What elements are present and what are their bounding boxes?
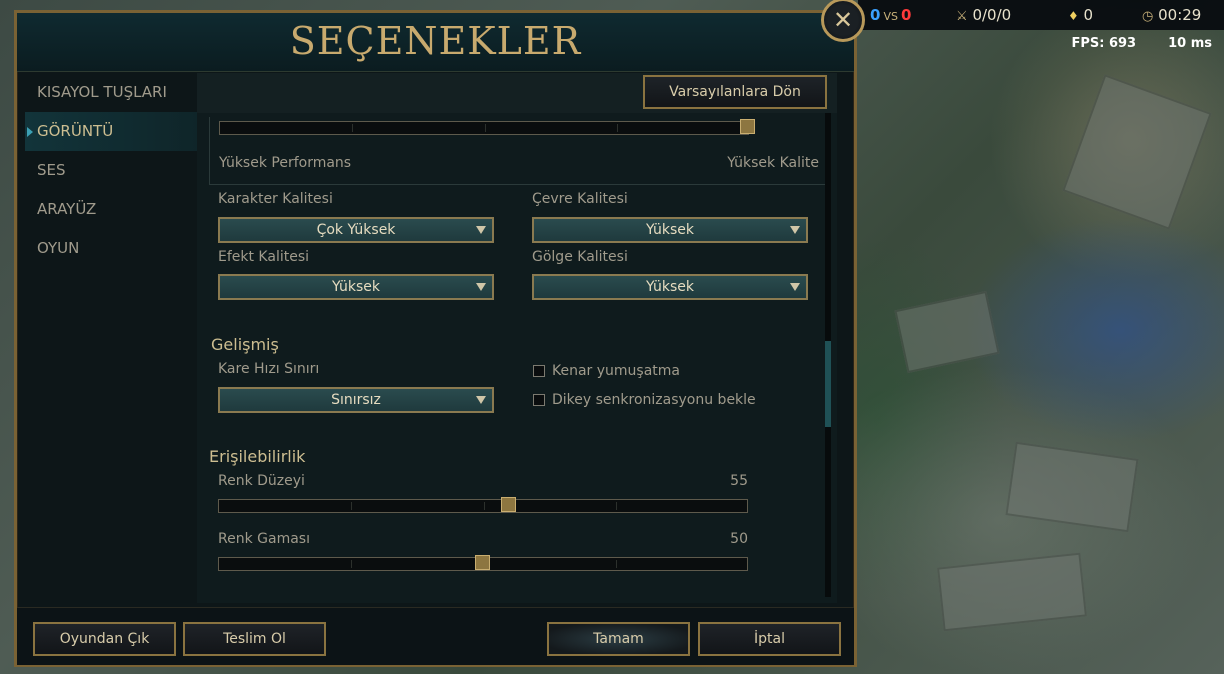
chevron-down-icon	[476, 283, 486, 291]
slider-tick	[485, 124, 486, 132]
map-stone	[1005, 441, 1139, 533]
slider-tick	[351, 502, 352, 510]
vsync-label: Dikey senkronizasyonu bekle	[552, 392, 756, 408]
game-hud: 0 VS 0 ⚔ 0/0/0 ♦ 0 ◷ 00:29	[858, 0, 1224, 30]
vsync-option[interactable]: Dikey senkronizasyonu bekle	[533, 392, 756, 408]
chevron-down-icon	[476, 396, 486, 404]
slider-tick	[352, 124, 353, 132]
close-icon[interactable]: ✕	[821, 0, 865, 42]
settings-scrollbar[interactable]	[825, 113, 831, 597]
minion-icon: ♦	[1068, 9, 1079, 23]
map-stone	[894, 290, 1000, 374]
sidebar-item-video[interactable]: GÖRÜNTÜ	[25, 112, 197, 151]
color-gamma-slider[interactable]	[218, 555, 748, 571]
effect-quality-value: Yüksek	[332, 279, 380, 295]
high-quality-label: Yüksek Kalite	[727, 155, 819, 171]
shadow-quality-dropdown[interactable]: Yüksek	[532, 274, 808, 300]
quality-slider[interactable]	[219, 119, 755, 135]
kda-value: 0/0/0	[972, 6, 1012, 24]
chevron-down-icon	[790, 226, 800, 234]
cs-display: ♦ 0	[1068, 6, 1093, 24]
surrender-button[interactable]: Teslim Ol	[183, 622, 326, 656]
fps-value: FPS: 693	[1071, 36, 1137, 51]
page-title: SEÇENEKLER	[289, 19, 582, 63]
kda-display: ⚔ 0/0/0	[956, 6, 1011, 24]
slider-tick	[351, 560, 352, 568]
versus-label: VS	[883, 10, 898, 23]
frame-rate-label: Kare Hızı Sınırı	[218, 361, 320, 377]
vsync-checkbox[interactable]	[533, 394, 545, 406]
frame-rate-value: Sınırsız	[331, 392, 381, 408]
ok-button[interactable]: Tamam	[547, 622, 690, 656]
sidebar-item-game[interactable]: OYUN	[25, 229, 197, 268]
environment-quality-value: Yüksek	[646, 222, 694, 238]
character-quality-label: Karakter Kalitesi	[218, 191, 333, 207]
high-performance-label: Yüksek Performans	[219, 155, 352, 171]
accessibility-section-title: Erişilebilirlik	[209, 447, 306, 466]
shadow-quality-value: Yüksek	[646, 279, 694, 295]
settings-panel: Varsayılanlara Dön Yüksek Performans Yük…	[197, 73, 837, 603]
options-dialog: SEÇENEKLER KISAYOL TUŞLARI GÖRÜNTÜ SES A…	[14, 10, 857, 667]
ping-value: 10 ms	[1168, 36, 1212, 51]
sidebar-item-hotkeys[interactable]: KISAYOL TUŞLARI	[25, 73, 197, 112]
color-level-label: Renk Düzeyi	[218, 473, 305, 489]
exit-game-button[interactable]: Oyundan Çık	[33, 622, 176, 656]
color-gamma-value: 50	[730, 531, 748, 547]
title-bar: SEÇENEKLER	[17, 13, 854, 72]
sidebar: KISAYOL TUŞLARI GÖRÜNTÜ SES ARAYÜZ OYUN	[25, 73, 197, 603]
color-level-slider[interactable]	[218, 497, 748, 513]
slider-tick	[616, 560, 617, 568]
color-gamma-slider-knob[interactable]	[475, 555, 490, 570]
effect-quality-dropdown[interactable]: Yüksek	[218, 274, 494, 300]
frame-rate-dropdown[interactable]: Sınırsız	[218, 387, 494, 413]
slider-tick	[617, 124, 618, 132]
map-stone	[937, 552, 1087, 632]
slider-tick	[484, 502, 485, 510]
quality-preset-box: Yüksek Performans Yüksek Kalite	[209, 117, 829, 185]
slider-tick	[616, 502, 617, 510]
scrollbar-thumb[interactable]	[825, 341, 831, 427]
team-score: 0 VS 0	[870, 6, 911, 24]
sword-icon: ⚔	[956, 9, 968, 24]
environment-quality-label: Çevre Kalitesi	[532, 191, 628, 207]
cs-value: 0	[1083, 6, 1094, 24]
map-stone	[1062, 74, 1212, 230]
dialog-footer: Oyundan Çık Teslim Ol Tamam İptal	[17, 607, 854, 665]
sidebar-item-interface[interactable]: ARAYÜZ	[25, 190, 197, 229]
anti-aliasing-option[interactable]: Kenar yumuşatma	[533, 363, 680, 379]
game-timer: ◷ 00:29	[1142, 6, 1201, 24]
settings-scroll-area[interactable]: Yüksek Performans Yüksek Kalite Karakter…	[197, 113, 837, 603]
character-quality-dropdown[interactable]: Çok Yüksek	[218, 217, 494, 243]
advanced-section-title: Gelişmiş	[211, 335, 279, 354]
performance-stats: FPS: 693 10 ms	[1039, 36, 1212, 51]
time-value: 00:29	[1158, 6, 1202, 24]
clock-icon: ◷	[1142, 9, 1154, 24]
chevron-down-icon	[790, 283, 800, 291]
blue-team-score: 0	[870, 6, 881, 24]
color-level-slider-knob[interactable]	[501, 497, 517, 512]
effect-quality-label: Efekt Kalitesi	[218, 249, 310, 265]
anti-aliasing-label: Kenar yumuşatma	[552, 363, 681, 379]
shadow-quality-label: Gölge Kalitesi	[532, 249, 628, 265]
restore-defaults-button[interactable]: Varsayılanlara Dön	[643, 75, 827, 109]
red-team-score: 0	[900, 6, 912, 24]
color-level-value: 55	[730, 473, 748, 489]
anti-aliasing-checkbox[interactable]	[533, 365, 545, 377]
quality-slider-knob[interactable]	[740, 119, 755, 134]
cancel-button[interactable]: İptal	[698, 622, 841, 656]
environment-quality-dropdown[interactable]: Yüksek	[532, 217, 808, 243]
sidebar-item-sound[interactable]: SES	[25, 151, 197, 190]
color-gamma-label: Renk Gaması	[218, 531, 310, 547]
chevron-down-icon	[476, 226, 486, 234]
character-quality-value: Çok Yüksek	[316, 222, 396, 238]
